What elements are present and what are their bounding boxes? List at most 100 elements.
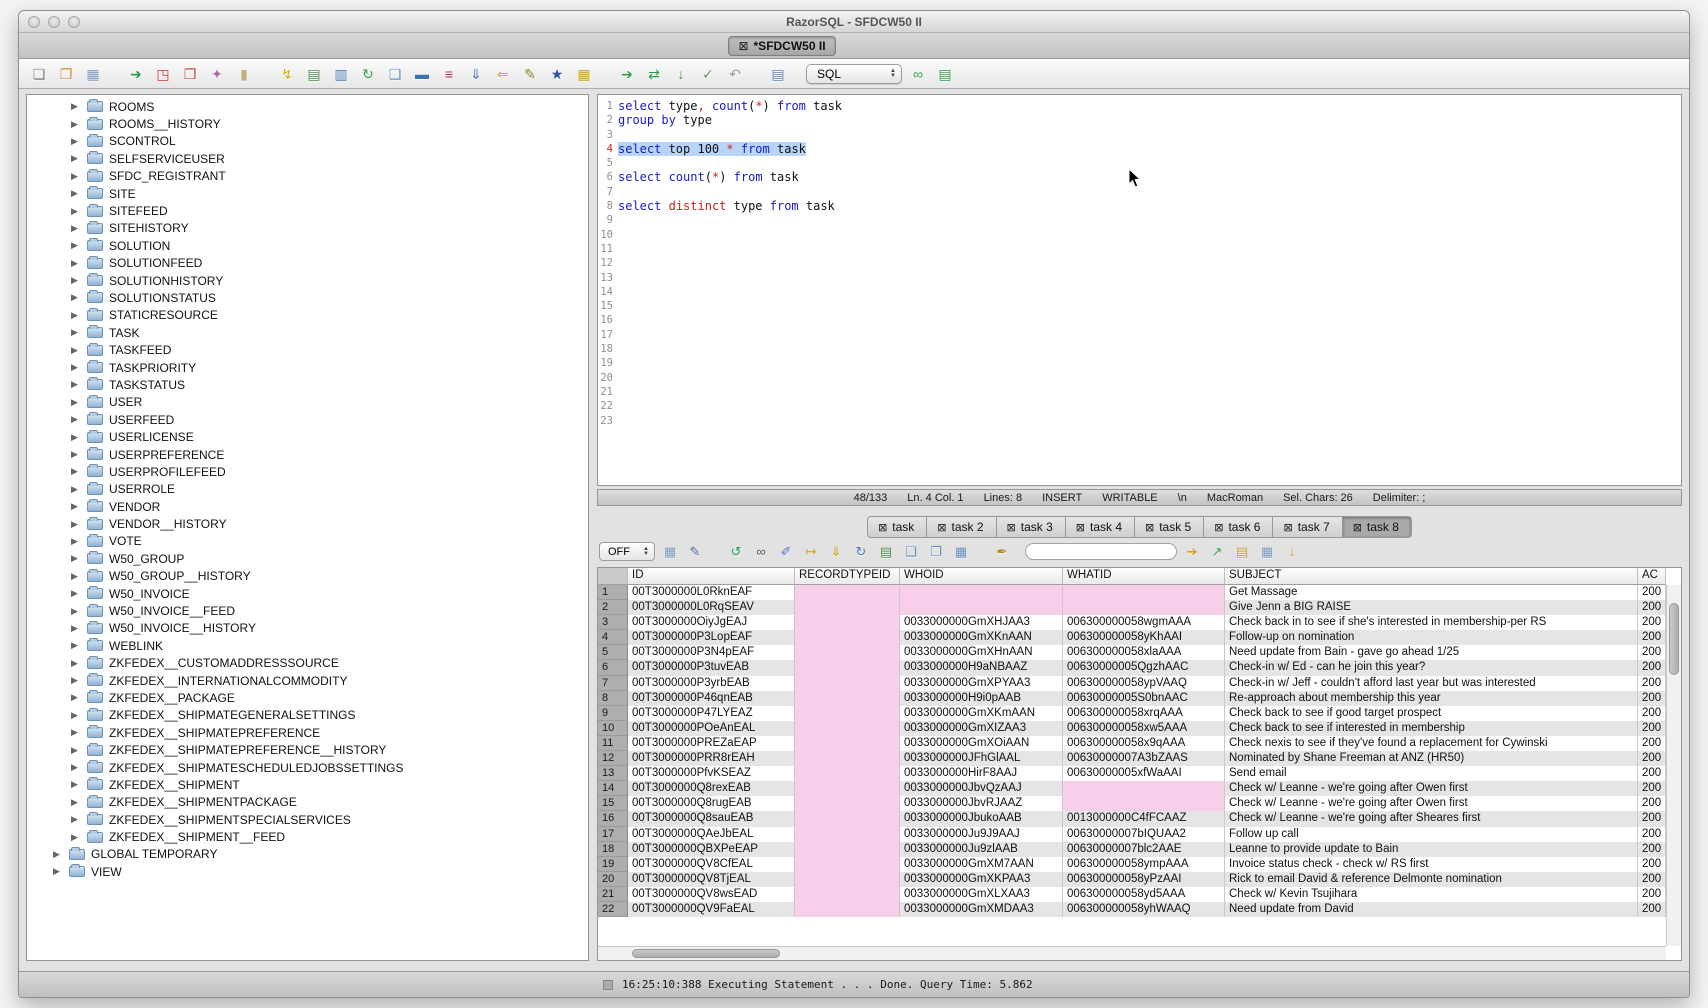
copy-icon[interactable]: ❐ bbox=[180, 64, 200, 84]
refresh-icon[interactable]: ↻ bbox=[358, 64, 378, 84]
cell[interactable]: Get Massage bbox=[1225, 585, 1638, 600]
cell[interactable]: 200 bbox=[1638, 600, 1666, 615]
form-view-icon[interactable]: ▤ bbox=[877, 543, 895, 561]
cell[interactable]: 0033000000HirF8AAJ bbox=[900, 766, 1063, 781]
cell[interactable]: 200 bbox=[1638, 796, 1666, 811]
cell[interactable]: 200 bbox=[1638, 660, 1666, 675]
cell[interactable]: 00T3000000PREZaEAP bbox=[628, 736, 795, 751]
disclosure-triangle-icon[interactable]: ▶ bbox=[71, 745, 83, 756]
editor-line-3[interactable]: 3 bbox=[598, 128, 1681, 142]
editor-line-6[interactable]: 6select count(*) from task bbox=[598, 170, 1681, 184]
cell[interactable] bbox=[795, 615, 900, 630]
save-icon[interactable]: ▦ bbox=[83, 64, 103, 84]
tree-item-taskstatus[interactable]: ▶TASKSTATUS bbox=[27, 376, 588, 393]
cell[interactable]: 00T3000000P3N4pEAF bbox=[628, 645, 795, 660]
disclosure-triangle-icon[interactable]: ▶ bbox=[71, 327, 83, 338]
cell[interactable] bbox=[795, 660, 900, 675]
result-tab-task-4[interactable]: ⊠task 4 bbox=[1066, 516, 1135, 538]
cell[interactable]: 200 bbox=[1638, 615, 1666, 630]
cell[interactable]: 0033000000JbukoAAB bbox=[900, 811, 1063, 826]
spinner-arrows-icon[interactable]: ▲▼ bbox=[890, 69, 896, 79]
grid-vertical-scrollbar[interactable] bbox=[1666, 585, 1681, 946]
result-tab-task-3[interactable]: ⊠task 3 bbox=[997, 516, 1066, 538]
cell[interactable]: Invoice status check - check w/ RS first bbox=[1225, 857, 1638, 872]
tab-close-icon[interactable]: ⊠ bbox=[878, 521, 887, 534]
cell[interactable]: 00T3000000L0RqSEAV bbox=[628, 600, 795, 615]
cell[interactable]: 00630000005xfWaAAI bbox=[1063, 766, 1225, 781]
connect-icon[interactable]: ➜ bbox=[126, 64, 146, 84]
table-row[interactable]: 800T3000000P46qnEAB0033000000H9i0pAAB006… bbox=[598, 691, 1666, 706]
cell[interactable] bbox=[1063, 796, 1225, 811]
table-row[interactable]: 1000T3000000POeAnEAL0033000000GmXIZAA300… bbox=[598, 721, 1666, 736]
tree-item-solutionfeed[interactable]: ▶SOLUTIONFEED bbox=[27, 255, 588, 272]
result-tab-task-7[interactable]: ⊠task 7 bbox=[1273, 516, 1342, 538]
tree-item-rooms-history[interactable]: ▶ROOMS__HISTORY bbox=[27, 115, 588, 132]
disclosure-triangle-icon[interactable]: ▶ bbox=[71, 536, 83, 547]
disclosure-triangle-icon[interactable]: ▶ bbox=[71, 240, 83, 251]
execute-lightning-icon[interactable]: ↯ bbox=[277, 64, 297, 84]
table-row[interactable]: 1500T3000000Q8rugEAB0033000000JbvRJAAZCh… bbox=[598, 796, 1666, 811]
editor-line-8[interactable]: 8select distinct type from task bbox=[598, 199, 1681, 213]
cell[interactable] bbox=[795, 691, 900, 706]
disclosure-triangle-icon[interactable]: ▶ bbox=[71, 797, 83, 808]
editor-line-14[interactable]: 14 bbox=[598, 285, 1681, 299]
cell[interactable]: 00630000005S0bnAAC bbox=[1063, 691, 1225, 706]
tree-item-user[interactable]: ▶USER bbox=[27, 394, 588, 411]
column-header-whoid[interactable]: WHOID bbox=[900, 568, 1063, 585]
editor-line-16[interactable]: 16 bbox=[598, 313, 1681, 327]
column-header-subject[interactable]: SUBJECT bbox=[1225, 568, 1638, 585]
cell[interactable]: 200 bbox=[1638, 751, 1666, 766]
cell[interactable] bbox=[795, 811, 900, 826]
filter-edit-icon[interactable]: ✎ bbox=[686, 543, 704, 561]
cell[interactable]: 00T3000000Q8rugEAB bbox=[628, 796, 795, 811]
table-wizard-icon[interactable]: ▦ bbox=[574, 64, 594, 84]
editor-line-22[interactable]: 22 bbox=[598, 399, 1681, 413]
tab-close-icon[interactable]: ⊠ bbox=[738, 39, 748, 53]
tree-item-zkfedex-shipmategeneralsettings[interactable]: ▶ZKFEDEX__SHIPMATEGENERALSETTINGS bbox=[27, 707, 588, 724]
table-row[interactable]: 1900T3000000QV8CfEAL0033000000GmXM7AAN00… bbox=[598, 857, 1666, 872]
table-row[interactable]: 1100T3000000PREZaEAP0033000000GmXOiAAN00… bbox=[598, 736, 1666, 751]
cell[interactable]: 200 bbox=[1638, 781, 1666, 796]
cell[interactable]: 0033000000GmXKnAAN bbox=[900, 630, 1063, 645]
results-search-input[interactable] bbox=[1025, 543, 1177, 560]
editor-line-17[interactable]: 17 bbox=[598, 328, 1681, 342]
cell[interactable]: 0033000000H9i0pAAB bbox=[900, 691, 1063, 706]
tree-item-w50-invoice-history[interactable]: ▶W50_INVOICE__HISTORY bbox=[27, 620, 588, 637]
disconnect-icon[interactable]: ◳ bbox=[153, 64, 173, 84]
cell[interactable]: Check back to see if good target prospec… bbox=[1225, 706, 1638, 721]
cell[interactable]: 0033000000GmXHnAAN bbox=[900, 645, 1063, 660]
disclosure-triangle-icon[interactable]: ▶ bbox=[71, 814, 83, 825]
tree-item-sfdc-registrant[interactable]: ▶SFDC_REGISTRANT bbox=[27, 168, 588, 185]
cell[interactable]: 200 bbox=[1638, 842, 1666, 857]
tree-item-solutionstatus[interactable]: ▶SOLUTIONSTATUS bbox=[27, 289, 588, 306]
disclosure-triangle-icon[interactable]: ▶ bbox=[71, 101, 83, 112]
disclosure-triangle-icon[interactable]: ▶ bbox=[71, 466, 83, 477]
cell[interactable]: 006300000058ympAAA bbox=[1063, 857, 1225, 872]
cell[interactable] bbox=[900, 600, 1063, 615]
tree-item-zkfedex-shipmatepreference-history[interactable]: ▶ZKFEDEX__SHIPMATEPREFERENCE__HISTORY bbox=[27, 741, 588, 758]
cell[interactable]: Check-in w/ Jeff - couldn't afford last … bbox=[1225, 676, 1638, 691]
cell[interactable]: 00T3000000P3LopEAF bbox=[628, 630, 795, 645]
insert-row-icon[interactable]: ↦ bbox=[802, 543, 820, 561]
tree-item-site[interactable]: ▶SITE bbox=[27, 185, 588, 202]
editor-line-21[interactable]: 21 bbox=[598, 385, 1681, 399]
tree-item-global-temporary[interactable]: ▶GLOBAL TEMPORARY bbox=[27, 846, 588, 863]
tree-item-userfeed[interactable]: ▶USERFEED bbox=[27, 411, 588, 428]
tree-item-weblink[interactable]: ▶WEBLINK bbox=[27, 637, 588, 654]
tree-item-zkfedex-internationalcommodity[interactable]: ▶ZKFEDEX__INTERNATIONALCOMMODITY bbox=[27, 672, 588, 689]
tree-item-zkfedex-shipmatepreference[interactable]: ▶ZKFEDEX__SHIPMATEPREFERENCE bbox=[27, 724, 588, 741]
cell[interactable] bbox=[795, 736, 900, 751]
sort-ascending-icon[interactable]: ⇐ bbox=[493, 64, 513, 84]
cell[interactable]: Check nexis to see if they've found a re… bbox=[1225, 736, 1638, 751]
disclosure-triangle-icon[interactable]: ▶ bbox=[71, 379, 83, 390]
cell[interactable]: Give Jenn a BIG RAISE bbox=[1225, 600, 1638, 615]
cell[interactable]: Check back to see if interested in membe… bbox=[1225, 721, 1638, 736]
download-icon[interactable]: ↓ bbox=[1283, 543, 1301, 561]
cell[interactable]: Need update from David bbox=[1225, 902, 1638, 917]
editor-line-10[interactable]: 10 bbox=[598, 228, 1681, 242]
cell[interactable]: 0033000000GmXLXAA3 bbox=[900, 887, 1063, 902]
cell[interactable]: 00T3000000P3yrbEAB bbox=[628, 676, 795, 691]
tree-item-sitehistory[interactable]: ▶SITEHISTORY bbox=[27, 220, 588, 237]
cell[interactable]: 0033000000H9aNBAAZ bbox=[900, 660, 1063, 675]
editor-line-19[interactable]: 19 bbox=[598, 356, 1681, 370]
